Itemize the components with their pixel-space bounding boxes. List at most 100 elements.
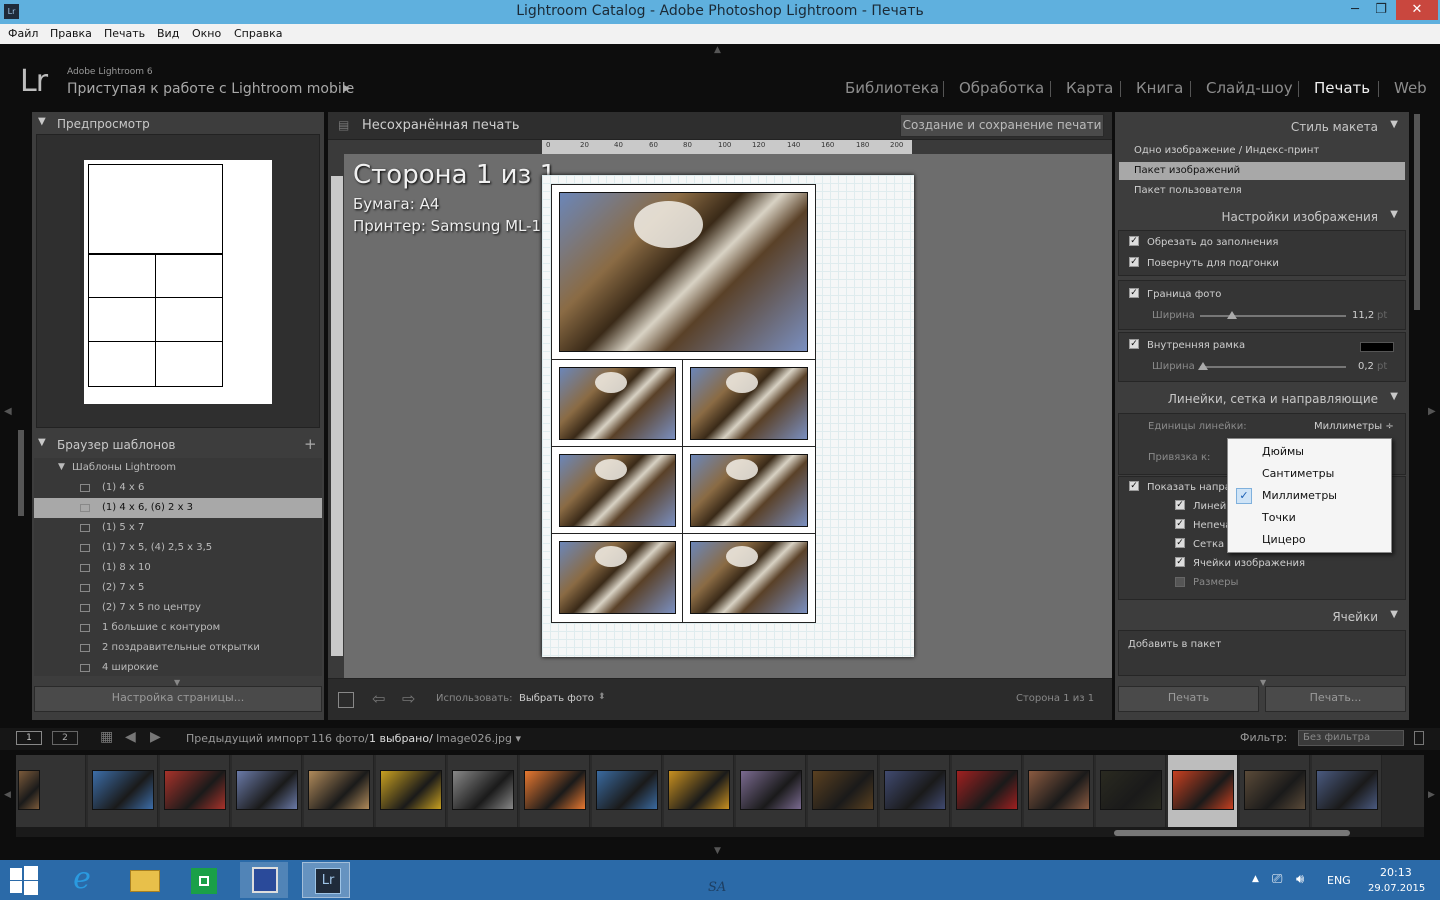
template-item[interactable]: (1) 4 x 6 (34, 478, 322, 498)
template-item[interactable]: (2) 7 x 5 (34, 578, 322, 598)
image-cell[interactable] (682, 446, 816, 534)
filmstrip-thumbnail[interactable] (1316, 770, 1378, 810)
identity-plate-title[interactable]: Приступая к работе с Lightroom mobile (67, 81, 354, 97)
view-toggle-icon[interactable] (338, 692, 354, 708)
module-slideshow[interactable]: Слайд-шоу (1206, 79, 1293, 97)
add-template-icon[interactable]: + (304, 435, 317, 453)
image-cell[interactable] (551, 184, 816, 360)
filmstrip-thumbnail[interactable] (884, 770, 946, 810)
module-book[interactable]: Книга (1136, 79, 1183, 97)
module-library[interactable]: Библиотека (845, 79, 939, 97)
template-item[interactable]: 1 большие с контуром (34, 618, 322, 638)
collapse-triangle-icon[interactable]: ▼ (1390, 119, 1398, 130)
menu-edit[interactable]: Правка (50, 27, 92, 40)
volume-icon[interactable]: 🔊︎ (1296, 872, 1304, 887)
clock-time[interactable]: 20:13 (1380, 866, 1412, 879)
template-item[interactable]: (1) 5 x 7 (34, 518, 322, 538)
save-print-button[interactable]: Создание и сохранение печати (900, 114, 1104, 137)
collapse-triangle-icon[interactable]: ▼ (1390, 609, 1398, 620)
rulers-header[interactable]: Линейки, сетка и направляющие ▼ (1120, 391, 1406, 413)
lightroom-taskbar-icon[interactable]: Lr (302, 862, 350, 898)
unit-option-centimeters[interactable]: Сантиметры (1228, 463, 1391, 485)
slider-knob[interactable] (1197, 362, 1208, 370)
grid-icon[interactable]: ▦ (100, 729, 113, 745)
right-scrollbar[interactable] (1414, 114, 1420, 310)
rotate-fit-checkbox[interactable]: ✓ (1129, 257, 1139, 267)
module-web[interactable]: Web (1394, 79, 1427, 97)
border-width-value[interactable]: 11,2 (1352, 310, 1374, 321)
next-page-icon[interactable]: ⇨ (402, 689, 415, 708)
play-arrow-icon[interactable]: ▶ (343, 83, 351, 94)
filmstrip-left-icon[interactable]: ◀ (4, 790, 11, 800)
menu-print[interactable]: Печать (104, 27, 145, 40)
inner-stroke-color-swatch[interactable] (1360, 342, 1394, 352)
unit-option-picas[interactable]: Цицеро (1228, 529, 1391, 551)
cells-header[interactable]: Ячейки ▼ (1120, 609, 1406, 631)
filmstrip-scrollbar[interactable] (1114, 830, 1350, 836)
guide-checkbox[interactable]: ✓ (1175, 538, 1185, 548)
slider-knob[interactable] (1227, 311, 1238, 319)
inner-width-value[interactable]: 0,2 (1358, 361, 1374, 372)
image-cell[interactable] (682, 359, 816, 447)
filmstrip-thumbnail[interactable] (236, 770, 298, 810)
unit-option-inches[interactable]: Дюймы (1228, 441, 1391, 463)
template-item[interactable]: (1) 7 x 5, (4) 2,5 x 3,5 (34, 538, 322, 558)
template-browser-header[interactable]: ▼ Браузер шаблонов + (38, 435, 318, 459)
guide-checkbox[interactable] (1175, 577, 1185, 587)
right-panel-toggle-icon[interactable]: ▶ (1428, 406, 1436, 417)
collapse-triangle-icon[interactable]: ▼ (1390, 391, 1398, 402)
module-map[interactable]: Карта (1066, 79, 1113, 97)
source-label[interactable]: Предыдущий импорт (186, 732, 309, 745)
unit-option-millimeters[interactable]: ✓ Миллиметры (1228, 485, 1391, 507)
collapse-bottom-icon[interactable]: ▼ (714, 846, 721, 856)
filmstrip-thumbnail[interactable] (812, 770, 874, 810)
save-app-icon[interactable] (240, 862, 288, 898)
filmstrip-thumbnail[interactable] (956, 770, 1018, 810)
windows-start-icon[interactable] (10, 866, 38, 895)
prev-page-icon[interactable]: ⇦ (372, 689, 385, 708)
filmstrip-thumbnail[interactable] (596, 770, 658, 810)
template-item[interactable]: (2) 7 x 5 по центру (34, 598, 322, 618)
inner-width-slider[interactable] (1200, 366, 1346, 368)
page-setup-button[interactable]: Настройка страницы... (34, 686, 322, 712)
menu-file[interactable]: Файл (8, 27, 38, 40)
layout-style-header[interactable]: Стиль макета ▼ (1120, 119, 1406, 141)
ruler-units-select[interactable]: Миллиметры ÷ (1314, 421, 1394, 432)
language-indicator[interactable]: ENG (1327, 874, 1351, 887)
image-settings-header[interactable]: Настройки изображения ▼ (1120, 209, 1406, 231)
show-guides-checkbox[interactable]: ✓ (1129, 481, 1139, 491)
file-name[interactable]: Image026.jpg ▾ (436, 732, 521, 745)
filmstrip-thumbnail[interactable] (740, 770, 802, 810)
layout-option[interactable]: Пакет пользователя (1134, 185, 1242, 196)
window1-button[interactable]: 1 (16, 731, 42, 745)
forward-arrow-icon[interactable]: ▶ (150, 729, 161, 745)
template-item[interactable]: 4 широкие (34, 658, 322, 676)
guide-checkbox[interactable]: ✓ (1175, 500, 1185, 510)
guide-checkbox[interactable]: ✓ (1175, 519, 1185, 529)
network-icon[interactable]: ⎚ (1272, 872, 1282, 887)
photo-border-checkbox[interactable]: ✓ (1129, 288, 1139, 298)
filmstrip-thumbnail[interactable] (164, 770, 226, 810)
select-arrows-icon[interactable]: ⬍ (598, 692, 606, 702)
clock-date[interactable]: 29.07.2015 (1368, 883, 1425, 894)
module-print[interactable]: Печать (1314, 79, 1370, 97)
border-width-slider[interactable] (1200, 315, 1346, 317)
filmstrip-right-icon[interactable]: ▶ (1428, 790, 1435, 800)
template-folder[interactable]: ▼ Шаблоны Lightroom (34, 458, 322, 478)
menu-icon[interactable]: ▤ (338, 118, 349, 132)
filmstrip-thumbnail[interactable] (308, 770, 370, 810)
left-panel-toggle-icon[interactable]: ◀ (4, 406, 12, 417)
left-scrollbar[interactable] (18, 430, 24, 516)
collapse-triangle-icon[interactable]: ▼ (38, 116, 46, 127)
store-icon[interactable] (180, 862, 228, 898)
print-dialog-button[interactable]: Печать... (1265, 686, 1406, 712)
menu-window[interactable]: Окно (192, 27, 221, 40)
file-explorer-icon[interactable] (120, 862, 168, 898)
back-arrow-icon[interactable]: ◀ (125, 729, 136, 745)
collapse-triangle-icon[interactable]: ▼ (38, 437, 46, 448)
filmstrip-thumbnail[interactable] (1028, 770, 1090, 810)
unit-option-points[interactable]: Точки (1228, 507, 1391, 529)
window2-button[interactable]: 2 (52, 731, 78, 745)
filter-select[interactable]: Без фильтра (1298, 730, 1404, 746)
maximize-icon[interactable]: ❐ (1366, 0, 1396, 20)
